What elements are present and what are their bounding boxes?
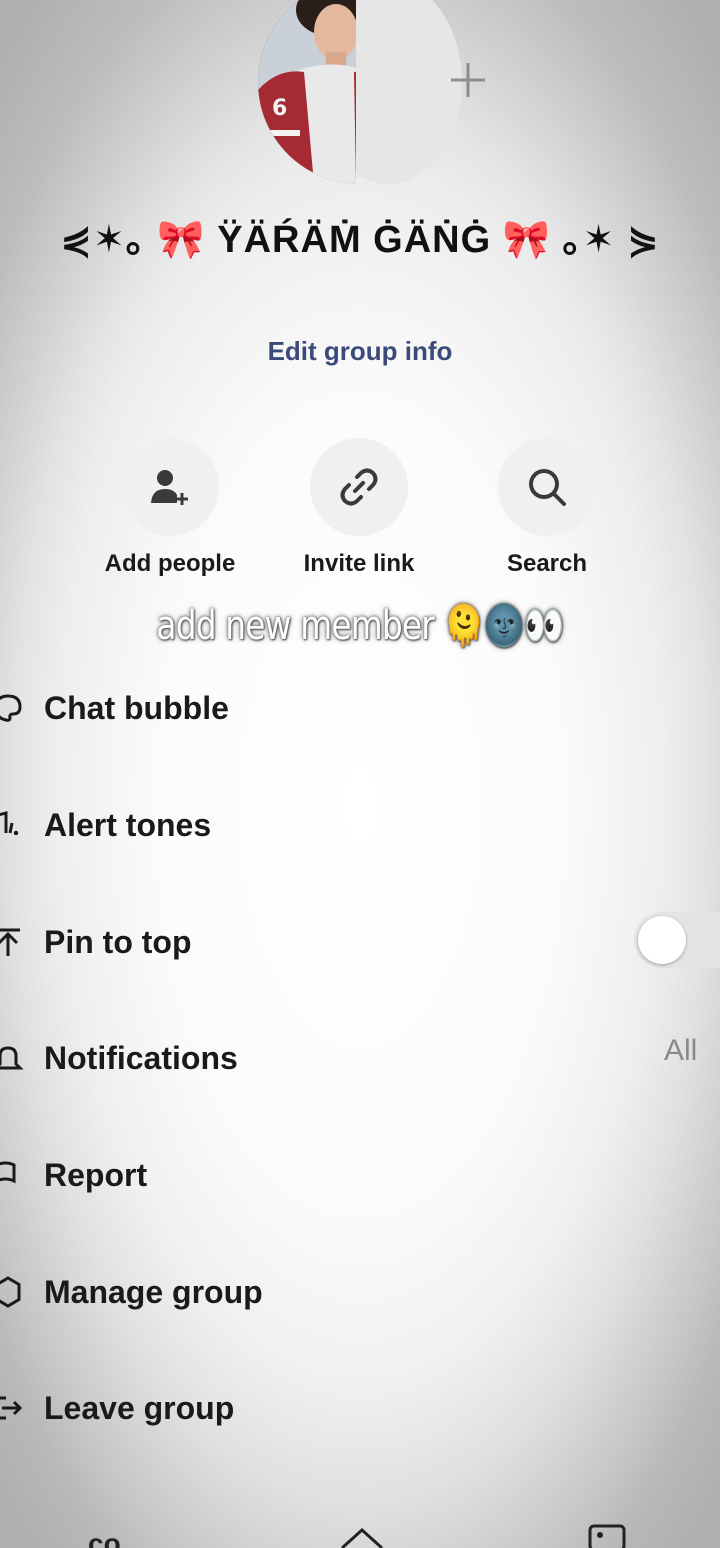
menu-item-leave-group[interactable]: Leave group [0,1378,720,1438]
report-label: Report [44,1156,148,1193]
add-people-circle[interactable] [121,438,219,536]
notifications-label: Notifications [44,1039,238,1076]
search-circle[interactable] [498,438,596,536]
search-button[interactable]: Search [457,438,637,578]
video-caption: add new member 🫠🌚👀 [156,603,564,649]
notifications-value[interactable]: All [664,1034,697,1068]
group-avatar[interactable]: 6 [258,0,485,184]
invite-link-label: Invite link [303,550,415,577]
exit-icon [0,1396,23,1420]
pin-to-top-label: Pin to top [44,923,192,960]
pin-top-icon [0,928,20,956]
manage-group-label: Manage group [44,1273,263,1310]
edit-group-info-link[interactable]: Edit group info [0,336,720,367]
leave-group-label: Leave group [44,1389,235,1426]
invite-link-button[interactable]: Invite link [269,438,449,578]
palette-icon [0,694,22,722]
bottom-nav-glyph[interactable]: co [88,1528,121,1548]
add-person-icon [151,470,188,505]
flag-icon [0,1161,16,1184]
share-icon[interactable] [340,1526,384,1548]
link-icon [340,468,378,506]
music-note-icon [0,811,19,836]
invite-link-circle[interactable] [310,438,408,536]
search-label: Search [506,550,588,577]
alert-tones-label: Alert tones [44,806,212,843]
pin-to-top-toggle[interactable] [634,912,720,968]
svg-text:6: 6 [272,96,287,121]
menu-item-manage-group[interactable]: Manage group [0,1262,720,1322]
add-people-label: Add people [104,550,236,577]
menu-item-notifications[interactable]: Notifications [0,1028,720,1088]
bell-icon [0,1046,24,1070]
menu-item-pin-to-top[interactable]: Pin to top [0,912,720,972]
menu-item-chat-bubble[interactable]: Chat bubble [0,678,720,738]
gear-icon [0,1276,21,1308]
gallery-icon[interactable] [586,1522,634,1548]
bottom-nav: co [0,1510,720,1548]
group-name: ⋞✶｡ 🎀 ŸÄŔÄṀ ĠÄṄĠ 🎀 ｡✶ ⋟ [60,219,660,261]
menu-item-report[interactable]: Report [0,1145,720,1205]
chat-bubble-label: Chat bubble [44,689,229,726]
add-people-button[interactable]: Add people [80,438,260,578]
search-icon [529,469,566,506]
toggle-knob [638,916,686,964]
plus-icon [451,63,485,97]
menu-item-alert-tones[interactable]: Alert tones [0,795,720,855]
